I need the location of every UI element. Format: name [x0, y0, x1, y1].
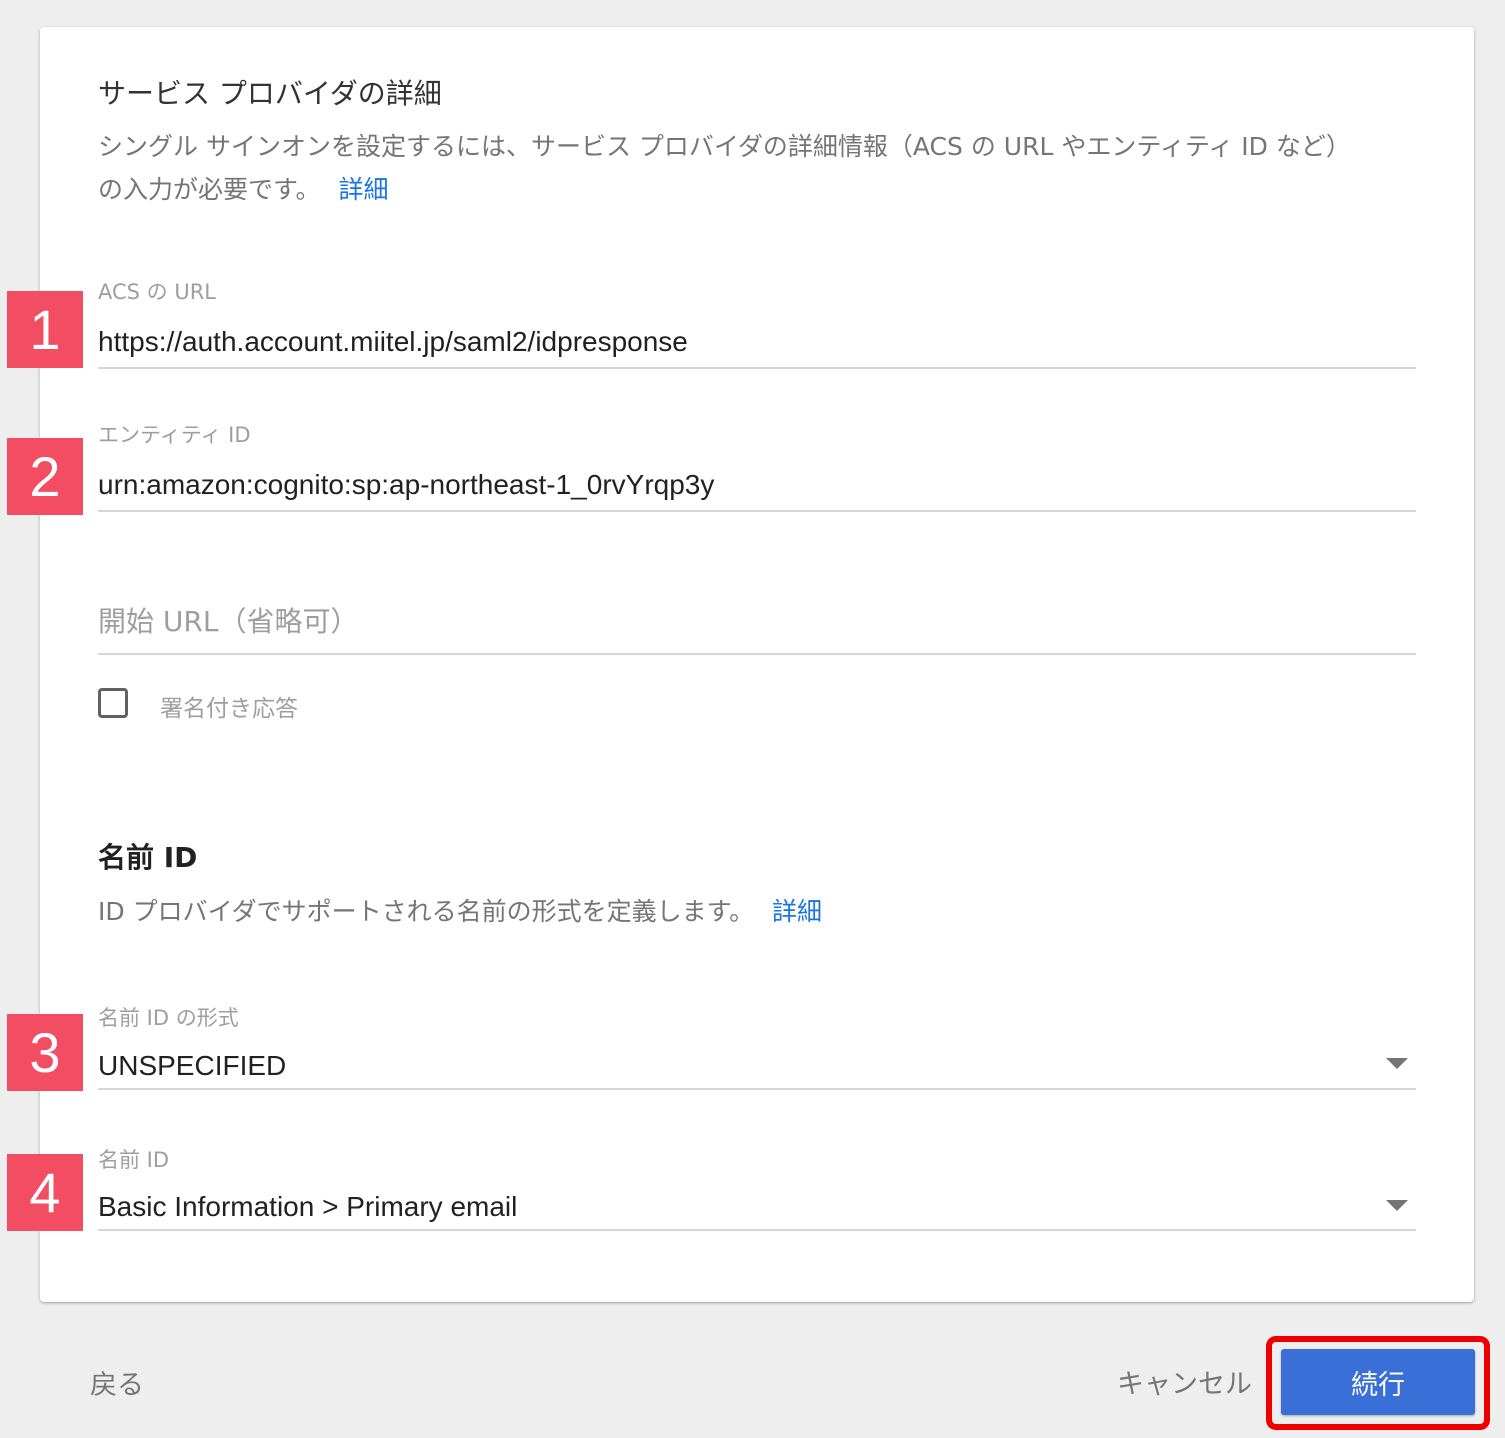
name-id-section-description: ID プロバイダでサポートされる名前の形式を定義します。 詳細 — [98, 890, 822, 933]
name-id-dropdown[interactable]: 名前 ID Basic Information > Primary email — [98, 1144, 1416, 1236]
entity-id-underline — [98, 510, 1416, 512]
name-id-value[interactable]: Basic Information > Primary email — [98, 1191, 517, 1223]
sp-details-learn-more-link[interactable]: 詳細 — [338, 175, 388, 204]
entity-id-field[interactable]: エンティティ ID urn:amazon:cognito:sp:ap-north… — [98, 419, 1416, 514]
name-id-learn-more-link[interactable]: 詳細 — [772, 897, 822, 926]
acs-url-underline — [98, 367, 1416, 369]
entity-id-label: エンティティ ID — [98, 423, 251, 447]
acs-url-field[interactable]: ACS の URL https://auth.account.miitel.jp… — [98, 276, 1416, 371]
annotation-badge-1: 1 — [7, 291, 83, 368]
acs-url-label: ACS の URL — [98, 280, 217, 304]
annotation-badge-2: 2 — [7, 438, 83, 515]
signed-response-label: 署名付き応答 — [160, 696, 298, 722]
start-url-field[interactable]: 開始 URL（省略可） — [98, 600, 1416, 658]
chevron-down-icon[interactable] — [1386, 1058, 1408, 1069]
name-id-underline — [98, 1229, 1416, 1231]
name-id-format-dropdown[interactable]: 名前 ID の形式 UNSPECIFIED — [98, 1002, 1416, 1094]
name-id-format-value[interactable]: UNSPECIFIED — [98, 1050, 286, 1082]
entity-id-input[interactable]: urn:amazon:cognito:sp:ap-northeast-1_0rv… — [98, 469, 714, 501]
name-id-label: 名前 ID — [98, 1148, 170, 1172]
sp-details-description: シングル サインオンを設定するには、サービス プロバイダの詳細情報（ACS の … — [98, 125, 1428, 211]
name-id-format-underline — [98, 1088, 1416, 1090]
name-id-description-text: ID プロバイダでサポートされる名前の形式を定義します。 — [98, 897, 755, 926]
name-id-format-label: 名前 ID の形式 — [98, 1006, 239, 1030]
sp-details-title: サービス プロバイダの詳細 — [98, 77, 442, 110]
sp-details-description-line1: シングル サインオンを設定するには、サービス プロバイダの詳細情報（ACS の … — [98, 132, 1351, 161]
annotation-badge-3: 3 — [7, 1014, 83, 1091]
start-url-input[interactable]: 開始 URL（省略可） — [98, 600, 1416, 640]
back-button[interactable]: 戻る — [90, 1363, 144, 1402]
acs-url-input[interactable]: https://auth.account.miitel.jp/saml2/idp… — [98, 326, 688, 358]
sp-details-description-line2: の入力が必要です。 — [98, 175, 321, 204]
continue-button[interactable]: 続行 — [1281, 1349, 1475, 1415]
signed-response-checkbox[interactable] — [98, 688, 128, 718]
sso-settings-card — [40, 27, 1474, 1302]
annotation-badge-4: 4 — [7, 1154, 83, 1231]
start-url-underline — [98, 653, 1416, 655]
chevron-down-icon[interactable] — [1386, 1200, 1408, 1211]
name-id-section-title: 名前 ID — [98, 841, 198, 874]
cancel-button[interactable]: キャンセル — [1117, 1362, 1252, 1401]
